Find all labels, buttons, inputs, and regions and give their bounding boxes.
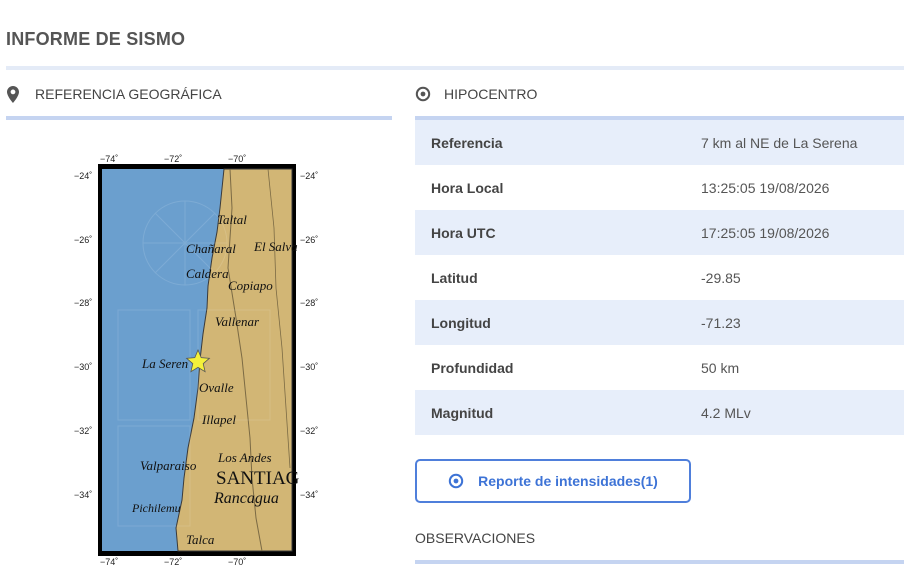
tick-lon-bottom-3: −70˚ [228,557,246,565]
row-value: -29.85 [701,269,741,286]
place-label: Illapel [201,412,236,427]
tick-lat-right-5: −32˚ [300,426,318,436]
hipocentro-table: Referencia 7 km al NE de La Serena Hora … [415,120,904,435]
row-key: Hora UTC [431,224,496,241]
map-pin-icon [7,85,23,103]
target-icon [448,473,464,489]
place-label: Talca [186,532,215,547]
hipocentro-section-header: HIPOCENTRO [415,82,537,106]
table-row: Hora Local 13:25:05 19/08/2026 [415,165,904,210]
tick-lat-1: −24˚ [74,171,92,181]
table-row: Longitud -71.23 [415,300,904,345]
place-label: Los Andes [217,450,272,465]
place-label: Chañaral [186,241,236,256]
place-label: Taltal [217,212,247,227]
geo-section-label: REFERENCIA GEOGRÁFICA [35,86,222,102]
row-value: 7 km al NE de La Serena [701,134,858,151]
place-label: Ovalle [199,380,234,395]
place-label: La Seren [141,356,188,371]
map-frame-top [98,164,296,169]
observaciones-header: OBSERVACIONES [415,530,536,546]
tick-lat-4: −30˚ [74,362,92,372]
tick-lat-right-1: −24˚ [300,171,318,181]
report-intensities-button[interactable]: Reporte de intensidades(1) [415,459,691,503]
map-frame-right [292,164,296,556]
tick-lat-2: −26˚ [74,235,92,245]
epicenter-map: −74˚ −72˚ −70˚ −74˚ −72˚ −70˚ −24˚ −26˚ … [70,148,330,567]
table-row: Profundidad 50 km [415,345,904,390]
tick-lon-3: −70˚ [228,154,246,164]
row-value: 50 km [701,359,740,376]
map-frame-left [98,164,102,556]
place-label-large: Rancagua [213,490,279,507]
tick-lon-bottom-1: −74˚ [100,557,118,565]
place-label: Pichilemu [131,501,181,515]
row-value: 4.2 MLv [701,404,751,421]
row-key: Referencia [431,134,503,151]
row-key: Longitud [431,314,491,331]
table-row: Hora UTC 17:25:05 19/08/2026 [415,210,904,255]
row-value: -71.23 [701,314,741,331]
geo-section-divider [6,116,392,120]
table-row: Referencia 7 km al NE de La Serena [415,120,904,165]
row-value: 17:25:05 19/08/2026 [701,224,830,241]
place-label: Valparaiso [140,458,197,473]
place-label: Copiapo [228,278,273,293]
observaciones-divider [415,560,904,564]
place-label: Vallenar [215,314,260,329]
tick-lat-right-4: −30˚ [300,362,318,372]
row-key: Profundidad [431,359,514,376]
tick-lat-right-2: −26˚ [300,235,318,245]
geo-section-header: REFERENCIA GEOGRÁFICA [6,82,222,106]
place-label: Caldera [186,266,229,281]
row-key: Magnitud [431,404,494,421]
target-icon [415,86,431,102]
tick-lon-bottom-2: −72˚ [164,557,182,565]
table-row: Latitud -29.85 [415,255,904,300]
tick-lat-5: −32˚ [74,426,92,436]
row-key: Latitud [431,269,478,286]
tick-lat-right-3: −28˚ [300,298,318,308]
tick-lat-3: −28˚ [74,298,92,308]
tick-lon-2: −72˚ [164,154,182,164]
report-intensities-label: Reporte de intensidades(1) [478,473,658,489]
row-key: Hora Local [431,179,504,196]
place-label: El Salva [253,239,298,254]
tick-lon-1: −74˚ [100,154,118,164]
hipocentro-section-label: HIPOCENTRO [444,86,538,102]
map-frame-bottom [98,551,296,556]
tick-lat-6: −34˚ [74,490,92,500]
tick-lat-right-6: −34˚ [300,490,318,500]
place-label-capital: SANTIAG [216,468,300,489]
page-title: INFORME DE SISMO [6,29,186,49]
table-row: Magnitud 4.2 MLv [415,390,904,435]
title-divider [6,66,904,70]
row-value: 13:25:05 19/08/2026 [701,179,830,196]
